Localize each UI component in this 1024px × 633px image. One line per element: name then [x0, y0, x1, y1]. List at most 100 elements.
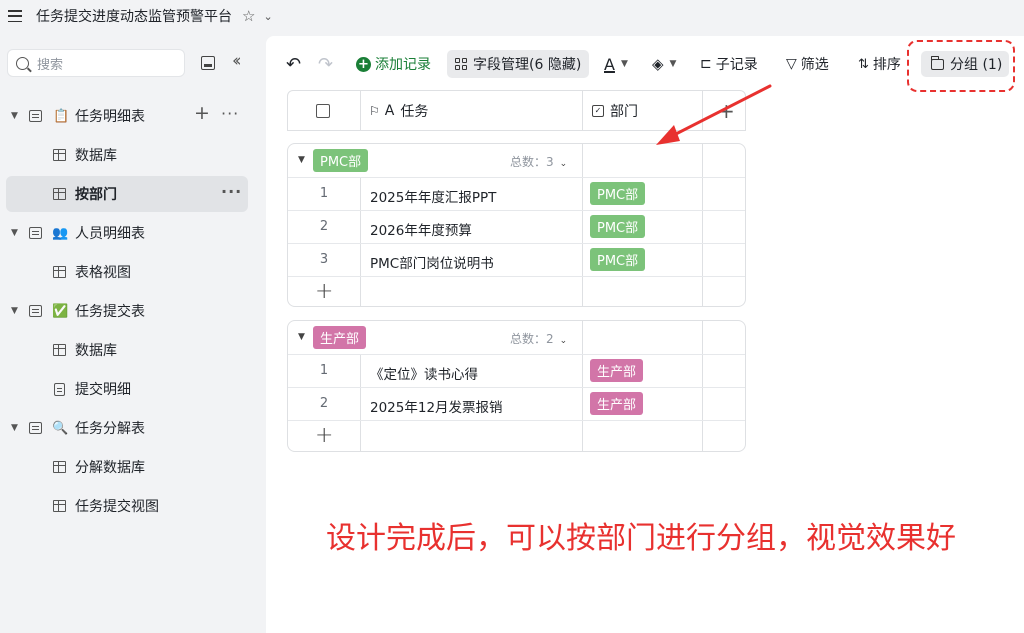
group-header[interactable]: ▼ PMC部 总数：3 ⌄: [288, 144, 745, 177]
collapse-sidebar-icon[interactable]: ‹‹: [232, 51, 241, 71]
dept-tag[interactable]: 生产部: [590, 359, 644, 382]
more-icon[interactable]: ···: [221, 104, 239, 123]
sidebar-item-task-detail[interactable]: ▼ 📋 任务明细表 + ···: [6, 98, 248, 134]
grid-icon: [53, 344, 66, 356]
font-color-icon: A: [604, 54, 615, 74]
group-pmc: ▼ PMC部 总数：3 ⌄ 1 2025年年度汇报PPT PMC部 2 2026年…: [287, 143, 746, 307]
sidebar-item-label: 人员明细表: [75, 226, 145, 242]
sub-record-icon: ⊏: [700, 56, 712, 72]
group-count[interactable]: 总数：2 ⌄: [510, 330, 567, 347]
caret-down-icon[interactable]: ▼: [298, 155, 305, 165]
sidebar-item-table-view[interactable]: 表格视图: [6, 254, 248, 290]
caret-down-icon[interactable]: ▼: [298, 332, 305, 342]
select-all-checkbox[interactable]: [316, 91, 330, 130]
table-row[interactable]: 1 2025年年度汇报PPT PMC部: [288, 177, 745, 210]
sidebar-item-breakdown-db[interactable]: 分解数据库: [6, 449, 248, 485]
group-label: 分组 (1): [950, 57, 1003, 73]
column-title: 部门: [610, 103, 638, 120]
add-row-button[interactable]: +: [288, 420, 745, 453]
sidebar-item-label: 数据库: [75, 148, 117, 164]
sidebar-item-submit-view[interactable]: 任务提交视图: [6, 488, 248, 524]
table-icon: [29, 305, 42, 317]
filter-button[interactable]: ▽ 筛选: [786, 52, 829, 76]
star-icon[interactable]: ☆: [242, 7, 255, 25]
dept-tag[interactable]: 生产部: [590, 392, 644, 415]
add-icon: +: [356, 56, 371, 72]
dept-tag[interactable]: PMC部: [590, 215, 646, 238]
sidebar-item-label: 任务明细表: [75, 109, 145, 125]
table-row[interactable]: 2 2025年12月发票报销 生产部: [288, 387, 745, 420]
menu-icon[interactable]: [8, 10, 22, 22]
caret-down-icon[interactable]: ▼: [11, 228, 18, 238]
sidebar-item-database[interactable]: 数据库: [6, 137, 248, 173]
grid-icon: [455, 58, 467, 70]
chevron-down-icon[interactable]: ⌄: [263, 10, 272, 23]
grid-icon: [53, 266, 66, 278]
fill-color-button[interactable]: ◈ ▼: [652, 52, 676, 76]
add-row-button[interactable]: +: [288, 276, 745, 309]
dept-tag[interactable]: PMC部: [590, 248, 646, 271]
group-header[interactable]: ▼ 生产部 总数：2 ⌄: [288, 321, 745, 354]
app-title: 任务提交进度动态监管预警平台: [36, 9, 232, 25]
task-cell[interactable]: PMC部门岗位说明书: [370, 252, 494, 272]
sidebar-toggle-icon[interactable]: [201, 56, 215, 70]
sidebar-item-task-breakdown[interactable]: ▼ 🔍 任务分解表: [6, 410, 248, 446]
sort-label: 排序: [872, 57, 901, 73]
field-manage-label: 字段管理(6 隐藏): [473, 57, 582, 73]
sidebar-item-label: 分解数据库: [75, 460, 145, 476]
sidebar-item-submit-detail[interactable]: 提交明细: [6, 371, 248, 407]
add-record-button[interactable]: + 添加记录: [356, 52, 431, 76]
task-cell[interactable]: 2025年年度汇报PPT: [370, 186, 496, 206]
add-icon[interactable]: +: [194, 102, 210, 124]
table-icon: [29, 227, 42, 239]
flag-icon: ⚐: [369, 103, 380, 118]
caret-down-icon[interactable]: ▼: [11, 306, 18, 316]
undo-icon[interactable]: ↶: [286, 52, 301, 76]
sort-icon: ⇅: [858, 56, 869, 72]
row-index: 2: [319, 396, 329, 411]
task-cell[interactable]: 2025年12月发票报销: [370, 396, 503, 416]
task-cell[interactable]: 《定位》读书心得: [370, 363, 478, 383]
sidebar-item-staff-detail[interactable]: ▼ 👥 人员明细表: [6, 215, 248, 251]
sub-record-button[interactable]: ⊏ 子记录: [700, 52, 758, 76]
check-icon: ✅: [52, 303, 69, 319]
add-column-button[interactable]: +: [718, 91, 735, 130]
sort-button[interactable]: ⇅ 排序: [858, 52, 901, 76]
table-icon: [29, 110, 42, 122]
filter-icon: ▽: [786, 56, 797, 72]
sidebar-item-task-submit[interactable]: ▼ ✅ 任务提交表: [6, 293, 248, 329]
sidebar-item-label: 表格视图: [75, 265, 131, 281]
magnifier-icon: 🔍: [52, 420, 69, 436]
field-manage-button[interactable]: 字段管理(6 隐藏): [447, 50, 590, 78]
row-index: 1: [319, 363, 329, 378]
caret-down-icon[interactable]: ▼: [11, 111, 18, 121]
task-cell[interactable]: 2026年年度预算: [370, 219, 472, 239]
column-header-dept[interactable]: ✓ 部门: [592, 91, 638, 130]
text-field-icon: A: [384, 102, 395, 119]
group-button[interactable]: 分组 (1): [921, 51, 1009, 77]
column-title: 任务: [400, 103, 429, 120]
more-icon[interactable]: ···: [221, 182, 242, 201]
group-count-text: 总数：2: [510, 332, 554, 346]
table-header: ⚐ A 任务 ✓ 部门 +: [287, 90, 746, 131]
sidebar-item-by-dept[interactable]: 按部门 ···: [6, 176, 248, 212]
table-row[interactable]: 2 2026年年度预算 PMC部: [288, 210, 745, 243]
form-icon: [54, 382, 65, 396]
redo-icon[interactable]: ↷: [318, 52, 333, 76]
font-color-button[interactable]: A ▼: [604, 52, 628, 76]
column-header-task[interactable]: ⚐ A 任务: [369, 91, 428, 130]
caret-down-icon[interactable]: ▼: [11, 423, 18, 433]
dept-tag[interactable]: PMC部: [590, 182, 646, 205]
table-row[interactable]: 1 《定位》读书心得 生产部: [288, 354, 745, 387]
sub-record-label: 子记录: [715, 57, 758, 73]
table-row[interactable]: 3 PMC部门岗位说明书 PMC部: [288, 243, 745, 276]
sidebar-item-label: 按部门: [75, 187, 117, 203]
group-tag: PMC部: [313, 149, 369, 172]
annotation-caption: 设计完成后，可以按部门进行分组，视觉效果好: [326, 521, 956, 556]
paint-bucket-icon: ◈: [652, 55, 664, 73]
title-bar: 任务提交进度动态监管预警平台 ☆ ⌄: [0, 0, 1024, 32]
search-input[interactable]: 搜索: [7, 49, 185, 77]
chevron-down-icon: ⌄: [559, 159, 568, 169]
sidebar-item-database-2[interactable]: 数据库: [6, 332, 248, 368]
group-count[interactable]: 总数：3 ⌄: [510, 153, 567, 170]
